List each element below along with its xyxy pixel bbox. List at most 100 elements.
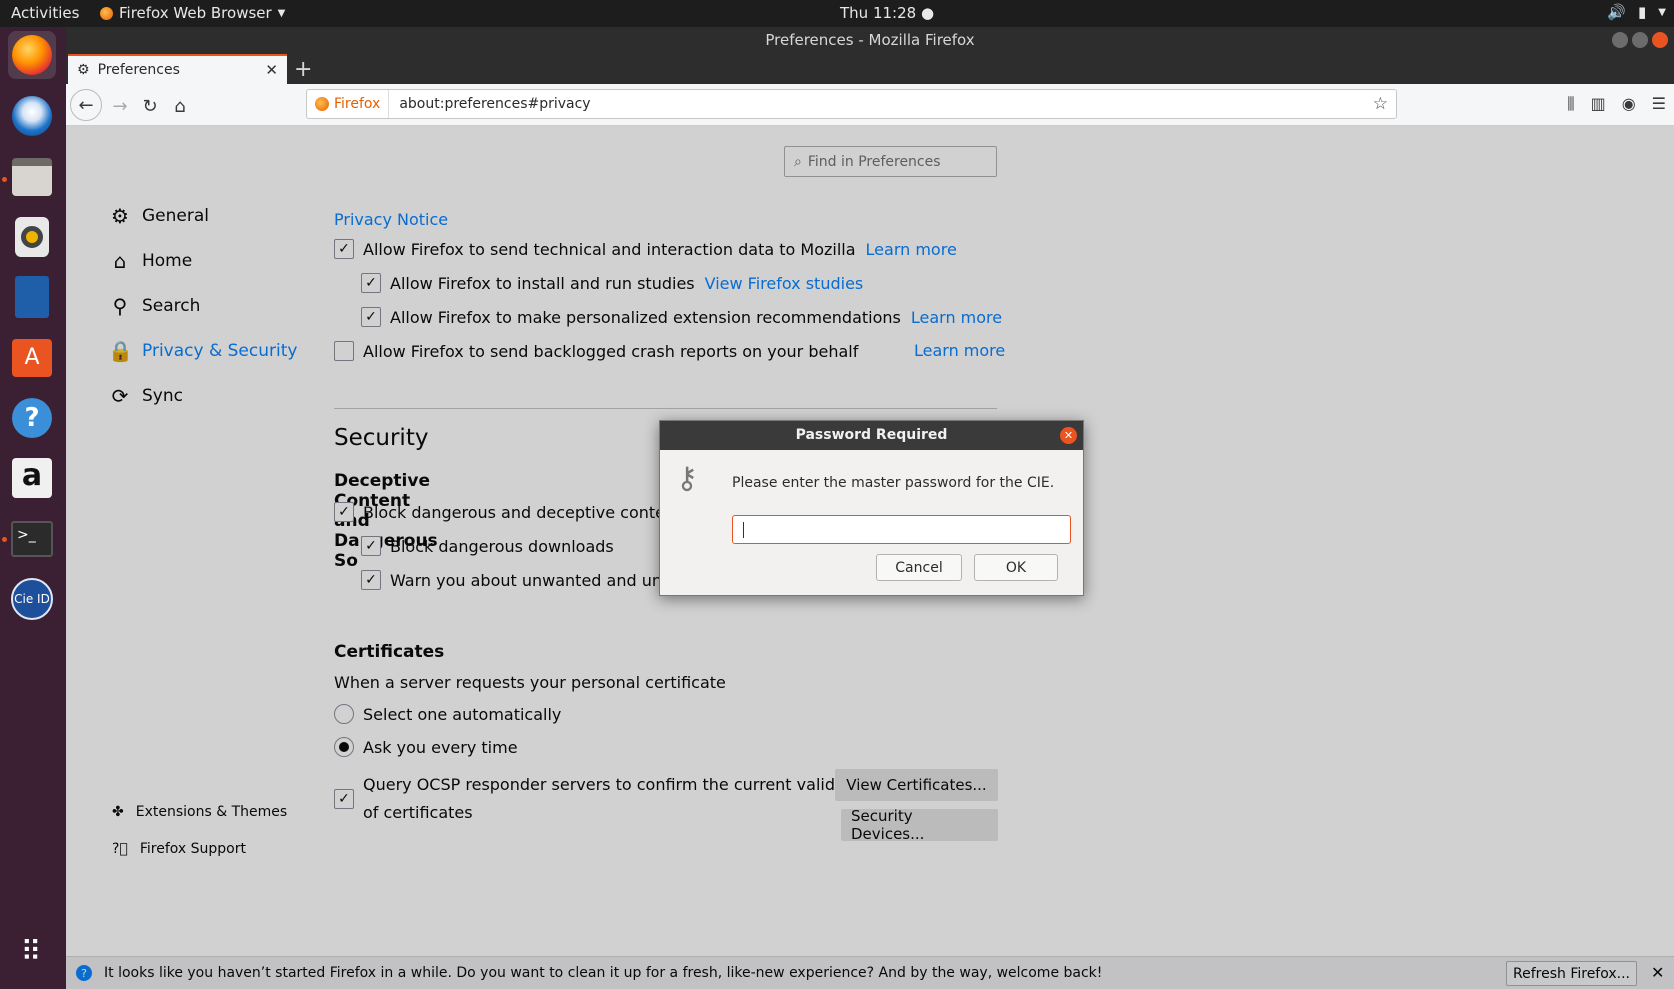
select-automatically-label: Select one automatically bbox=[363, 704, 562, 724]
account-icon[interactable]: ◉ bbox=[1622, 94, 1636, 114]
tab-preferences[interactable]: ⚙ Preferences ✕ bbox=[68, 54, 287, 84]
close-tab-icon[interactable]: ✕ bbox=[265, 61, 278, 79]
files-icon[interactable] bbox=[8, 153, 56, 201]
sidebar-item-search[interactable]: ⚲ Search bbox=[108, 294, 201, 318]
firefox-icon[interactable] bbox=[8, 31, 56, 79]
block-deceptive-checkbox[interactable]: ✓ bbox=[334, 502, 354, 522]
text-caret bbox=[743, 522, 744, 538]
block-downloads-checkbox[interactable]: ✓ bbox=[361, 536, 381, 556]
security-heading: Security bbox=[334, 425, 429, 451]
question-icon: ? bbox=[76, 965, 92, 981]
firefox-small-icon bbox=[100, 6, 113, 20]
terminal-icon[interactable]: >_ bbox=[8, 515, 56, 563]
telemetry-checkbox[interactable]: ✓ bbox=[334, 239, 354, 259]
writer-icon[interactable] bbox=[8, 273, 56, 321]
privacy-notice-link[interactable]: Privacy Notice bbox=[334, 210, 448, 229]
certificate-prompt: When a server requests your personal cer… bbox=[334, 673, 726, 692]
chevron-down-icon: ▼ bbox=[277, 7, 286, 19]
help-circle-icon: ?⃝ bbox=[112, 841, 128, 857]
studies-checkbox[interactable]: ✓ bbox=[361, 273, 381, 293]
rhythmbox-icon[interactable] bbox=[8, 213, 56, 261]
ask-every-time-radio[interactable] bbox=[334, 737, 354, 757]
new-tab-button[interactable]: + bbox=[294, 57, 312, 82]
gear-icon: ⚙ bbox=[111, 204, 129, 228]
certificates-heading: Certificates bbox=[334, 642, 445, 662]
home-button[interactable]: ⌂ bbox=[166, 92, 194, 120]
window-titlebar: Preferences - Mozilla Firefox bbox=[66, 27, 1674, 54]
crash-reports-label: Allow Firefox to send backlogged crash r… bbox=[363, 341, 859, 361]
master-password-input[interactable] bbox=[732, 515, 1071, 544]
battery-icon[interactable]: ▮ bbox=[1638, 3, 1646, 21]
library-icon[interactable]: ⫼ bbox=[1567, 94, 1574, 114]
crash-learn-more[interactable]: Learn more bbox=[914, 341, 1005, 360]
sidebar-item-privacy-security[interactable]: 🔒 Privacy & Security bbox=[108, 339, 297, 363]
bookmark-star-icon[interactable]: ☆ bbox=[1373, 94, 1388, 114]
recommendations-checkbox[interactable]: ✓ bbox=[361, 307, 381, 327]
sidebar-item-home[interactable]: ⌂ Home bbox=[108, 249, 193, 273]
view-studies-link[interactable]: View Firefox studies bbox=[705, 274, 864, 293]
system-tray[interactable]: 🔊 ▮ ▼ bbox=[1607, 3, 1666, 21]
system-top-bar: Activities Firefox Web Browser ▼ Thu 11:… bbox=[0, 0, 1674, 27]
clock[interactable]: Thu 11:28 ● bbox=[840, 4, 934, 22]
extensions-themes-link[interactable]: ✤ Extensions & Themes bbox=[112, 804, 287, 820]
select-automatically-radio[interactable] bbox=[334, 704, 354, 724]
warn-unwanted-checkbox[interactable]: ✓ bbox=[361, 570, 381, 590]
ocsp-label-line2: of certificates bbox=[363, 803, 473, 822]
identity-box[interactable]: Firefox bbox=[307, 90, 390, 118]
sidebar-item-label: Sync bbox=[142, 386, 183, 406]
forward-button[interactable]: → bbox=[106, 92, 134, 120]
url-text[interactable]: about:preferences#privacy bbox=[389, 96, 590, 112]
activities-button[interactable]: Activities bbox=[11, 4, 79, 22]
firefox-support-link[interactable]: ?⃝ Firefox Support bbox=[112, 841, 246, 857]
tab-bar: ⚙ Preferences ✕ + bbox=[66, 54, 1674, 84]
url-bar[interactable]: Firefox about:preferences#privacy ☆ bbox=[306, 89, 1397, 119]
find-in-preferences-input[interactable]: ⌕ Find in Preferences bbox=[784, 146, 997, 177]
select-automatically-row: Select one automatically bbox=[334, 704, 561, 724]
telemetry-row: ✓ Allow Firefox to send technical and in… bbox=[334, 239, 957, 259]
maximize-button[interactable] bbox=[1632, 32, 1648, 48]
gear-icon: ⚙ bbox=[77, 62, 90, 78]
search-icon: ⚲ bbox=[112, 294, 128, 318]
recommendations-learn-more[interactable]: Learn more bbox=[911, 308, 1002, 327]
app-menu[interactable]: Firefox Web Browser ▼ bbox=[100, 4, 285, 22]
sidebar-item-label: Privacy & Security bbox=[142, 341, 298, 361]
chevron-down-icon[interactable]: ▼ bbox=[1658, 7, 1666, 21]
show-apps-icon[interactable]: ⠿ bbox=[8, 927, 56, 975]
amazon-icon[interactable]: a bbox=[8, 454, 56, 502]
tab-label: Preferences bbox=[97, 62, 180, 78]
software-icon[interactable]: A bbox=[8, 334, 56, 382]
cancel-button[interactable]: Cancel bbox=[876, 554, 962, 581]
running-indicator bbox=[2, 537, 7, 542]
ok-button[interactable]: OK bbox=[974, 554, 1058, 581]
view-certificates-button[interactable]: View Certificates... bbox=[835, 769, 998, 801]
cie-id-label: Cie ID bbox=[11, 578, 53, 620]
help-icon[interactable]: ? bbox=[8, 394, 56, 442]
sidebar-item-general[interactable]: ⚙ General bbox=[108, 204, 209, 228]
cie-id-icon[interactable]: Cie ID bbox=[8, 575, 56, 623]
telemetry-learn-more[interactable]: Learn more bbox=[866, 240, 957, 259]
ocsp-row: ✓ Query OCSP responder servers to confir… bbox=[334, 771, 855, 827]
minimize-button[interactable] bbox=[1612, 32, 1628, 48]
recommendations-label: Allow Firefox to make personalized exten… bbox=[390, 307, 901, 327]
volume-icon[interactable]: 🔊 bbox=[1607, 3, 1626, 21]
recommendations-row: ✓ Allow Firefox to make personalized ext… bbox=[361, 307, 1002, 327]
sidebar-icon[interactable]: ▥ bbox=[1591, 94, 1606, 114]
close-notification-icon[interactable]: ✕ bbox=[1651, 963, 1664, 982]
crash-reports-checkbox[interactable] bbox=[334, 341, 354, 361]
password-required-dialog: Password Required ✕ ⚷ Please enter the m… bbox=[659, 420, 1084, 596]
back-button[interactable]: ← bbox=[70, 89, 102, 121]
close-window-button[interactable] bbox=[1652, 32, 1668, 48]
thunderbird-icon[interactable] bbox=[8, 92, 56, 140]
notification-text: It looks like you haven’t started Firefo… bbox=[104, 965, 1103, 981]
sidebar-item-sync[interactable]: ⟳ Sync bbox=[108, 384, 183, 408]
reload-button[interactable]: ↻ bbox=[136, 92, 164, 120]
dialog-close-button[interactable]: ✕ bbox=[1060, 427, 1077, 444]
support-label: Firefox Support bbox=[139, 841, 246, 857]
security-devices-button[interactable]: Security Devices... bbox=[841, 807, 998, 843]
dock: A ? a >_ Cie ID ⠿ bbox=[0, 27, 66, 989]
menu-icon[interactable]: ☰ bbox=[1652, 94, 1666, 114]
ocsp-checkbox[interactable]: ✓ bbox=[334, 789, 354, 809]
lock-icon: 🔒 bbox=[108, 339, 133, 363]
refresh-firefox-button[interactable]: Refresh Firefox... bbox=[1506, 961, 1638, 986]
studies-row: ✓ Allow Firefox to install and run studi… bbox=[361, 273, 863, 293]
